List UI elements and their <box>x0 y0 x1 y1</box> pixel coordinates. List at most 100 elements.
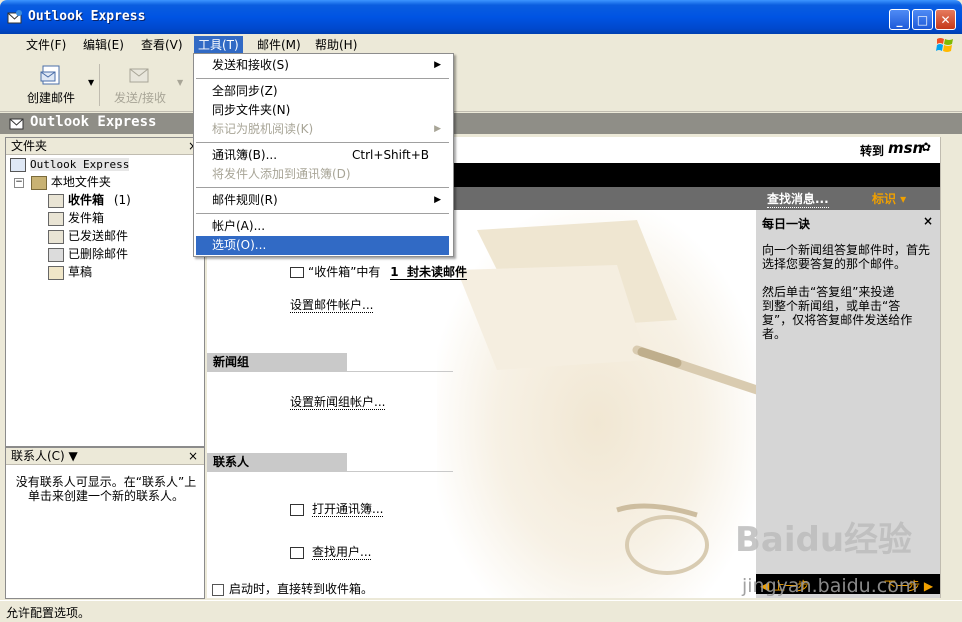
contacts-message-line: 单击来创建一个新的联系人。 <box>27 489 184 503</box>
toolbar-divider <box>99 64 100 106</box>
identity-menu[interactable]: 标识 ▾ <box>872 190 906 207</box>
contacts-section-header: 联系人 <box>207 453 347 471</box>
menu-mail[interactable]: 邮件(M) <box>253 36 305 54</box>
unread-mail-link[interactable]: 1 封未读邮件 <box>390 265 467 280</box>
goto-label: 转到 <box>860 144 885 158</box>
menu-address-book[interactable]: 通讯簿(B)... Ctrl+Shift+B <box>196 146 449 165</box>
startup-checkbox[interactable] <box>212 583 224 596</box>
contacts-pane-header[interactable]: 联系人(C) ▼ × <box>6 448 204 465</box>
tip-line: 然后单击“答复组”来投递 <box>762 285 895 299</box>
menu-item-label: 将发件人添加到通讯簿(D) <box>212 167 351 181</box>
menu-sync-folder[interactable]: 同步文件夹(N) <box>196 101 449 120</box>
drafts-label: 草稿 <box>68 265 93 279</box>
find-message-link[interactable]: 查找消息... <box>767 190 829 208</box>
status-text: 允许配置选项。 <box>6 606 91 620</box>
menu-item-label: 帐户(A)... <box>212 219 266 233</box>
menu-send-receive[interactable]: 发送和接收(S) ▶ <box>196 56 449 75</box>
folder-title-band: Outlook Express <box>0 113 962 134</box>
tip-line: 复”，仅将答复邮件发送给作 <box>762 313 913 327</box>
inbox-icon <box>48 193 64 208</box>
tip-line: 选择您要答复的那个邮件。 <box>762 257 907 271</box>
address-book-icon <box>290 503 304 516</box>
tip-paragraph-2: 然后单击“答复组”来投递 到整个新闻组，或单击“答 复”，仅将答复邮件发送给作 … <box>762 285 912 341</box>
folder-pane: 文件夹 × Outlook Express − 本地文件夹 收件箱 (1) 发件… <box>5 137 205 447</box>
menu-mark-offline[interactable]: 标记为脱机阅读(K) ▶ <box>196 120 449 139</box>
tip-title: 每日一诀 <box>762 217 811 231</box>
menu-accounts[interactable]: 帐户(A)... <box>196 217 449 236</box>
create-mail-label: 创建邮件 <box>26 91 75 105</box>
tree-inbox[interactable]: 收件箱 (1) <box>48 191 131 209</box>
find-people-icon <box>290 546 304 559</box>
setup-news-account-link[interactable]: 设置新闻组帐户... <box>290 395 386 410</box>
window-title: Outlook Express <box>28 9 146 24</box>
create-mail-dropdown-icon[interactable]: ▼ <box>88 78 94 87</box>
section-divider <box>207 471 453 472</box>
menu-help[interactable]: 帮助(H) <box>311 36 361 54</box>
folder-pane-title: 文件夹 <box>11 139 48 153</box>
drafts-icon <box>48 265 64 280</box>
tree-deleted[interactable]: 已删除邮件 <box>48 245 128 263</box>
outbox-icon <box>48 211 64 226</box>
close-button[interactable]: ✕ <box>935 9 956 30</box>
menu-view[interactable]: 查看(V) <box>137 36 187 54</box>
scrollbar[interactable] <box>940 137 958 598</box>
submenu-arrow-icon: ▶ <box>434 124 441 134</box>
tip-line: 者。 <box>762 327 787 341</box>
inbox-summary: “收件箱”中有 1 封未读邮件 <box>290 263 467 280</box>
find-people-row: 查找用户... <box>290 543 372 560</box>
close-icon[interactable]: × <box>188 448 198 464</box>
tree-drafts[interactable]: 草稿 <box>48 263 92 281</box>
contacts-pane: 联系人(C) ▼ × 没有联系人可显示。在“联系人”上 单击来创建一个新的联系人… <box>5 447 205 599</box>
local-folders-label: 本地文件夹 <box>50 175 111 189</box>
menu-file[interactable]: 文件(F) <box>22 36 70 54</box>
tree-sent[interactable]: 已发送邮件 <box>48 227 128 245</box>
send-receive-dropdown-icon[interactable]: ▼ <box>177 78 183 87</box>
windows-logo-icon <box>936 38 953 52</box>
new-mail-icon <box>40 65 60 85</box>
outlook-express-icon <box>9 118 24 130</box>
menu-item-label: 邮件规则(R) <box>212 193 278 207</box>
find-people-link[interactable]: 查找用户... <box>312 545 372 560</box>
sent-items-label: 已发送邮件 <box>68 229 129 243</box>
tools-menu-dropdown: 发送和接收(S) ▶ 全部同步(Z) 同步文件夹(N) 标记为脱机阅读(K) ▶… <box>193 53 454 257</box>
inbox-unread-count: (1) <box>113 193 131 207</box>
title-bar[interactable]: Outlook Express _ □ ✕ <box>0 0 962 34</box>
menu-item-label: 标记为脱机阅读(K) <box>212 122 314 136</box>
baidu-watermark-logo: Baidu经验 <box>735 520 913 560</box>
decorative-artwork <box>437 210 762 598</box>
menu-item-label: 选项(O)... <box>212 238 267 252</box>
newsgroups-section-header: 新闻组 <box>207 353 347 371</box>
menu-message-rules[interactable]: 邮件规则(R) ▶ <box>196 191 449 210</box>
collapse-icon[interactable]: − <box>14 177 24 188</box>
setup-mail-account-link[interactable]: 设置邮件帐户... <box>290 298 374 313</box>
minimize-button[interactable]: _ <box>889 9 910 30</box>
menu-bar: 文件(F) 编辑(E) 查看(V) 工具(T) 邮件(M) 帮助(H) <box>0 34 962 57</box>
menu-edit[interactable]: 编辑(E) <box>79 36 128 54</box>
menu-sync-all[interactable]: 全部同步(Z) <box>196 82 449 101</box>
inbox-label: 收件箱 <box>68 193 105 207</box>
tree-outbox[interactable]: 发件箱 <box>48 209 104 227</box>
outbox-label: 发件箱 <box>68 211 105 225</box>
contacts-pane-title[interactable]: 联系人(C) ▼ <box>11 449 78 463</box>
menu-accelerator: Ctrl+Shift+B <box>352 148 429 162</box>
menu-tools[interactable]: 工具(T) <box>194 36 243 54</box>
create-mail-button[interactable]: 创建邮件 <box>12 60 90 108</box>
send-receive-button[interactable]: 发送/接收 <box>101 60 179 108</box>
send-receive-icon <box>129 68 149 83</box>
tree-root[interactable]: Outlook Express <box>10 155 130 173</box>
close-icon[interactable]: × <box>923 214 933 228</box>
pen-and-glasses-illustration <box>457 220 762 575</box>
maximize-button[interactable]: □ <box>912 9 933 30</box>
baidu-watermark-url: jingyan.baidu.com <box>742 575 918 597</box>
menu-item-label: 通讯簿(B)... <box>212 148 278 162</box>
msn-link[interactable]: msn <box>888 139 923 157</box>
tree-local-folders[interactable]: − 本地文件夹 <box>14 173 111 191</box>
open-address-book-row: 打开通讯簿... <box>290 500 384 517</box>
open-address-book-link[interactable]: 打开通讯簿... <box>312 502 384 517</box>
menu-add-sender[interactable]: 将发件人添加到通讯簿(D) <box>196 165 449 184</box>
menu-item-label: 全部同步(Z) <box>212 84 278 98</box>
submenu-arrow-icon: ▶ <box>434 195 441 205</box>
menu-options[interactable]: 选项(O)... <box>196 236 449 255</box>
unread-count: 1 <box>390 265 399 279</box>
menu-item-label: 同步文件夹(N) <box>212 103 291 117</box>
